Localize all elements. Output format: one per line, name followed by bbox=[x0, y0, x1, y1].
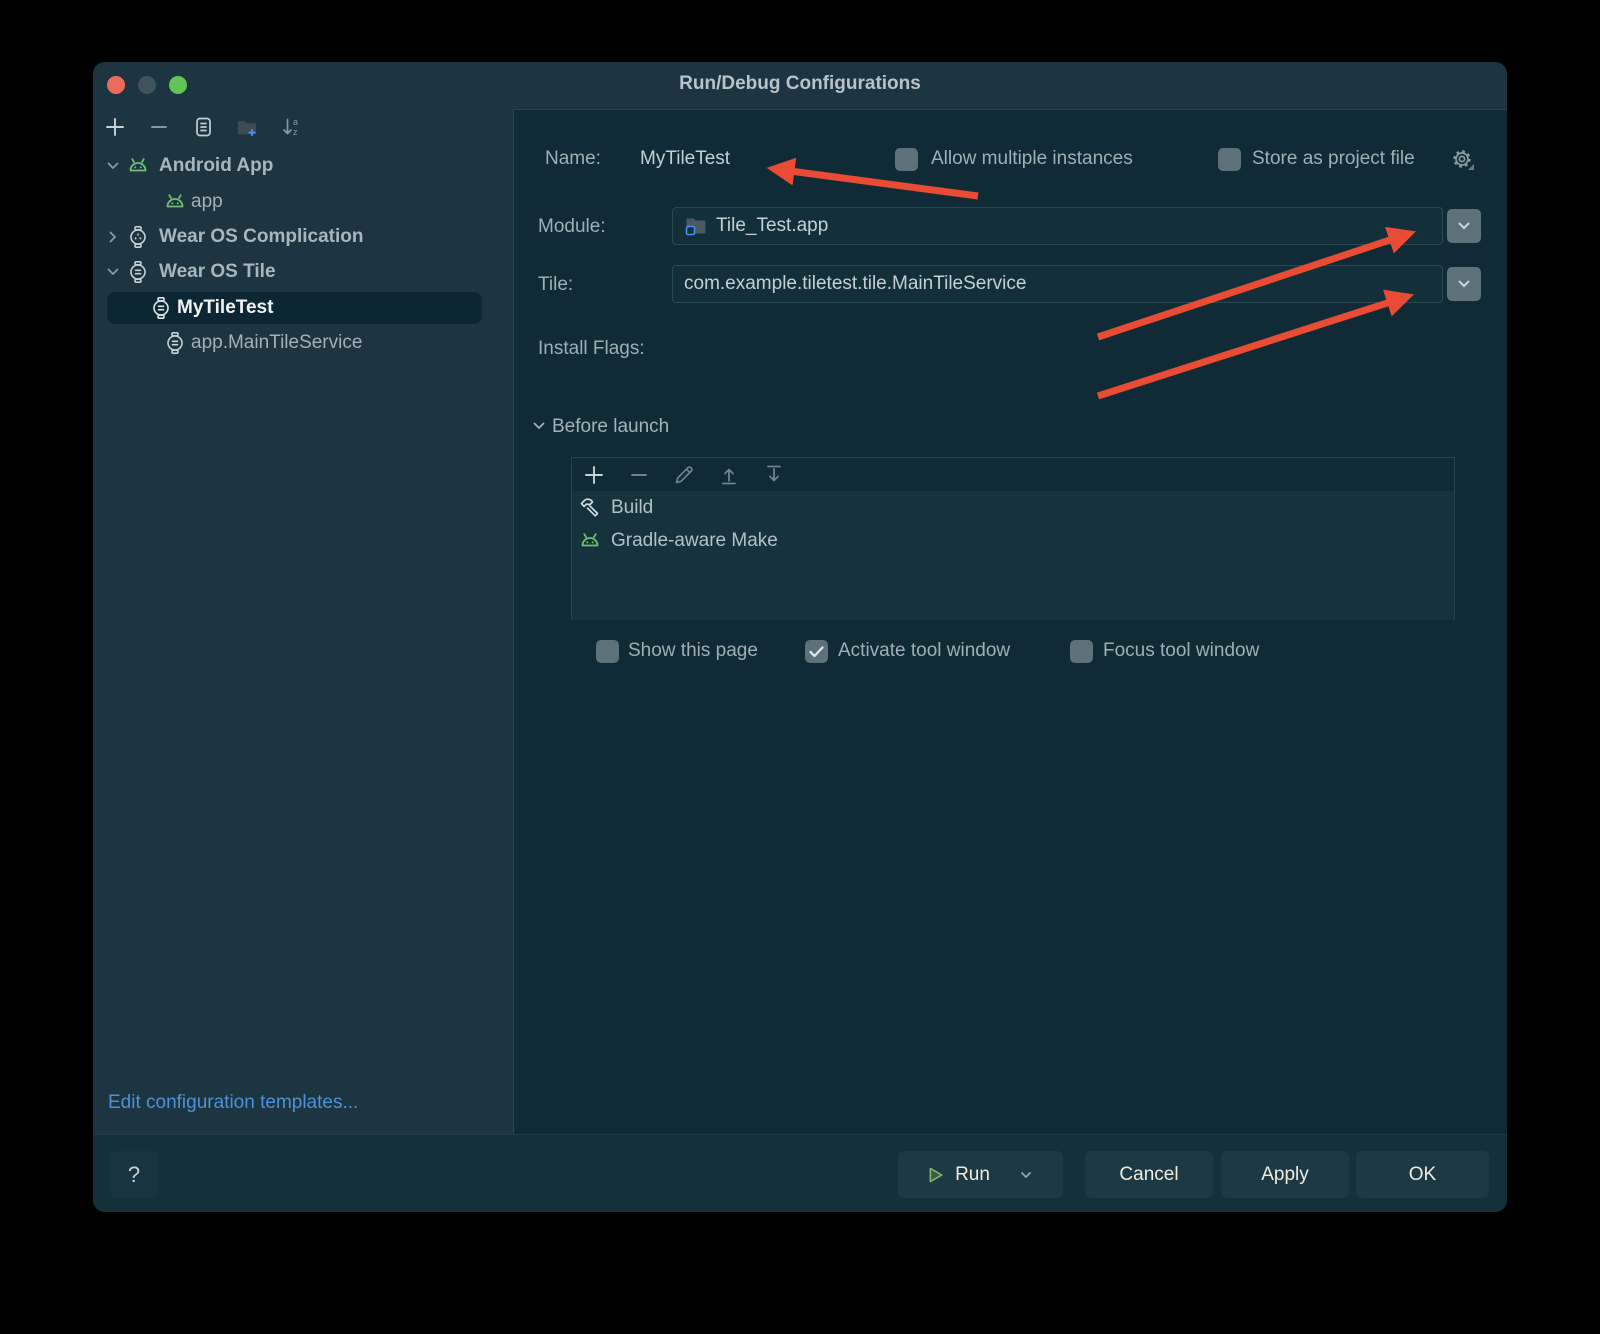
add-task-icon[interactable] bbox=[582, 463, 606, 487]
configurations-sidebar: a z Android App bbox=[93, 109, 513, 1134]
android-icon bbox=[578, 529, 602, 553]
cancel-button[interactable]: Cancel bbox=[1085, 1151, 1213, 1198]
tree-item-label: Wear OS Complication bbox=[159, 225, 363, 249]
tree-item-mytiletest[interactable]: MyTileTest bbox=[93, 292, 513, 324]
watch-complication-icon bbox=[126, 225, 150, 254]
svg-text:a: a bbox=[293, 117, 298, 127]
chevron-down-icon[interactable] bbox=[531, 418, 547, 439]
window-title: Run/Debug Configurations bbox=[93, 73, 1507, 95]
allow-multiple-instances-checkbox[interactable] bbox=[895, 148, 918, 171]
tree-item-label: Android App bbox=[159, 154, 273, 178]
run-debug-configurations-dialog: Run/Debug Configurations bbox=[93, 62, 1507, 1212]
tree-item-label: MyTileTest bbox=[177, 296, 273, 320]
tree-item-wear-os-complication[interactable]: Wear OS Complication bbox=[93, 221, 513, 253]
before-launch-panel: Build Gradle-aware Make bbox=[571, 457, 1455, 620]
module-select[interactable]: Tile_Test.app bbox=[672, 207, 1443, 245]
svg-text:z: z bbox=[293, 127, 298, 137]
remove-configuration-icon[interactable] bbox=[147, 115, 171, 139]
install-flags-label: Install Flags: bbox=[538, 337, 645, 361]
activate-tool-window-label: Activate tool window bbox=[838, 639, 1010, 663]
module-value: Tile_Test.app bbox=[716, 215, 828, 237]
apply-button[interactable]: Apply bbox=[1221, 1151, 1349, 1198]
copy-configuration-icon[interactable] bbox=[191, 115, 215, 139]
tile-select[interactable]: com.example.tiletest.tile.MainTileServic… bbox=[672, 265, 1443, 303]
task-label: Build bbox=[611, 497, 653, 519]
activate-tool-window-checkbox[interactable] bbox=[805, 640, 828, 663]
sidebar-toolbar: a z bbox=[103, 115, 303, 139]
ok-button[interactable]: OK bbox=[1356, 1151, 1489, 1198]
tree-item-label: Wear OS Tile bbox=[159, 260, 276, 284]
chevron-down-icon[interactable] bbox=[105, 264, 121, 285]
edit-configuration-templates-link[interactable]: Edit configuration templates... bbox=[108, 1092, 358, 1114]
before-launch-toolbar bbox=[572, 458, 1454, 491]
store-as-project-file-label: Store as project file bbox=[1252, 147, 1415, 171]
task-row-build[interactable]: Build bbox=[572, 491, 1454, 524]
android-icon bbox=[126, 154, 150, 183]
add-configuration-icon[interactable] bbox=[103, 115, 127, 139]
tree-item-app-maintileservice[interactable]: app.MainTileService bbox=[93, 327, 513, 359]
chevron-down-icon[interactable] bbox=[105, 158, 121, 179]
android-icon bbox=[163, 190, 187, 219]
module-dropdown-button[interactable] bbox=[1447, 209, 1481, 243]
focus-tool-window-checkbox[interactable] bbox=[1070, 640, 1093, 663]
configuration-form: Name: MyTileTest Allow multiple instance… bbox=[513, 109, 1507, 1134]
tree-item-app[interactable]: app bbox=[93, 186, 513, 218]
remove-task-icon[interactable] bbox=[627, 463, 651, 487]
name-label: Name: bbox=[545, 147, 601, 171]
show-this-page-label: Show this page bbox=[628, 639, 758, 663]
screen: Run/Debug Configurations bbox=[0, 0, 1600, 1334]
titlebar: Run/Debug Configurations bbox=[93, 62, 1507, 109]
play-icon bbox=[927, 1166, 945, 1184]
check-icon bbox=[807, 642, 826, 661]
chevron-right-icon[interactable] bbox=[105, 229, 121, 250]
task-label: Gradle-aware Make bbox=[611, 530, 778, 552]
tree-item-wear-os-tile[interactable]: Wear OS Tile bbox=[93, 256, 513, 288]
run-button[interactable]: Run bbox=[898, 1151, 1063, 1198]
focus-tool-window-label: Focus tool window bbox=[1103, 639, 1259, 663]
gear-icon[interactable] bbox=[1449, 146, 1477, 179]
watch-tile-icon bbox=[163, 331, 187, 360]
chevron-down-icon[interactable] bbox=[1018, 1167, 1034, 1183]
new-folder-icon[interactable] bbox=[235, 115, 259, 139]
show-this-page-checkbox[interactable] bbox=[596, 640, 619, 663]
before-launch-task-list: Build Gradle-aware Make bbox=[572, 491, 1454, 620]
dialog-footer: ? Run Cancel Apply OK bbox=[93, 1134, 1507, 1212]
name-value[interactable]: MyTileTest bbox=[640, 147, 730, 171]
task-row-gradle-aware-make[interactable]: Gradle-aware Make bbox=[572, 524, 1454, 557]
move-down-icon[interactable] bbox=[762, 463, 786, 487]
sort-configurations-icon[interactable]: a z bbox=[279, 115, 303, 139]
run-button-label: Run bbox=[955, 1164, 990, 1186]
store-as-project-file-checkbox[interactable] bbox=[1218, 148, 1241, 171]
tree-item-android-app[interactable]: Android App bbox=[93, 150, 513, 182]
module-label: Module: bbox=[538, 215, 606, 239]
tree-item-label: app bbox=[191, 190, 223, 214]
edit-task-icon[interactable] bbox=[672, 463, 696, 487]
help-button[interactable]: ? bbox=[110, 1151, 158, 1198]
watch-tile-icon bbox=[149, 296, 173, 325]
before-launch-title[interactable]: Before launch bbox=[552, 415, 669, 439]
module-icon bbox=[684, 214, 708, 238]
allow-multiple-instances-label: Allow multiple instances bbox=[931, 147, 1133, 171]
tree-item-label: app.MainTileService bbox=[191, 331, 362, 355]
tile-label: Tile: bbox=[538, 273, 573, 297]
hammer-icon bbox=[578, 496, 602, 520]
tile-value: com.example.tiletest.tile.MainTileServic… bbox=[684, 273, 1026, 295]
tile-dropdown-button[interactable] bbox=[1447, 267, 1481, 301]
move-up-icon[interactable] bbox=[717, 463, 741, 487]
watch-tile-icon bbox=[126, 260, 150, 289]
